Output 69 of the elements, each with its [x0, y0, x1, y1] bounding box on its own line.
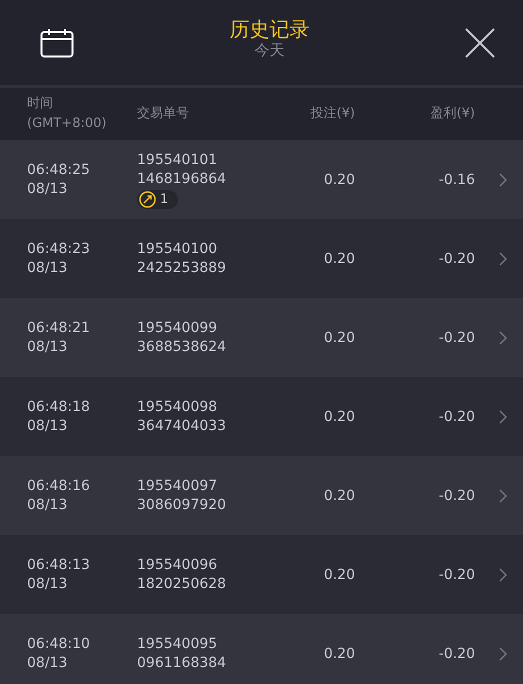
reference-number: 1820250628: [137, 574, 228, 594]
trade-date: 08/13: [27, 180, 68, 198]
stake-amount: 0.20: [322, 488, 355, 504]
history-row[interactable]: 06:48:21 08/13 195540099 3688538624 0.20 -0.20: [0, 298, 523, 377]
stake-amount: 0.20: [322, 250, 355, 266]
reference-number: 3647404033: [137, 416, 228, 436]
order-number: 195540100: [137, 240, 218, 258]
trade-date: 08/13: [27, 258, 68, 278]
trade-time: 06:48:23: [27, 240, 91, 258]
column-header: 盈利(¥): [430, 105, 475, 123]
column-subheader: (GMT+8:00): [27, 115, 106, 133]
trade-date: 08/13: [27, 574, 68, 594]
calendar-icon: [40, 28, 74, 58]
trade-date: 08/13: [27, 338, 68, 356]
order-number: 195540095: [137, 634, 218, 654]
trade-time: 06:48:21: [27, 318, 91, 338]
history-row[interactable]: 06:48:16 08/13 195540097 3086097920 0.20 -0.20: [0, 456, 523, 535]
trade-time: 06:48:18: [27, 398, 91, 416]
arrows-circle-icon: [139, 190, 156, 208]
history-row[interactable]: 06:48:13 08/13 195540096 1820250628 0.20 -0.20: [0, 535, 523, 614]
trade-date: 08/13: [27, 416, 68, 436]
trade-date: 08/13: [27, 654, 68, 672]
reference-number: 0961168384: [137, 654, 228, 672]
trade-time: 06:48:25: [27, 160, 91, 180]
trade-time: 06:48:10: [27, 634, 91, 654]
close-icon: [465, 28, 495, 58]
chevron-right-icon: [499, 646, 507, 660]
trade-time: 06:48:13: [27, 556, 91, 574]
profit-amount: -0.20: [438, 330, 475, 346]
chevron-right-icon: [499, 568, 507, 582]
column-header: 投注(¥): [310, 105, 355, 123]
stake-amount: 0.20: [322, 566, 355, 582]
column-header: 交易单号: [137, 105, 189, 123]
stake-amount: 0.20: [322, 408, 355, 424]
order-number: 195540098: [137, 398, 218, 416]
stake-amount: 0.20: [322, 330, 355, 346]
chevron-right-icon: [499, 252, 507, 266]
page-subtitle: 今天: [254, 41, 284, 60]
close-button[interactable]: [465, 28, 495, 58]
stake-amount: 0.20: [322, 172, 355, 188]
calendar-button[interactable]: [40, 28, 74, 58]
trade-time: 06:48:16: [27, 476, 91, 496]
reference-number: 1468196864: [137, 170, 228, 188]
count-badge: 1: [137, 190, 178, 208]
profit-amount: -0.20: [438, 488, 475, 504]
order-number: 195540097: [137, 476, 218, 496]
reference-number: 3688538624: [137, 338, 228, 356]
profit-amount: -0.16: [438, 172, 475, 188]
order-number: 195540096: [137, 556, 218, 574]
profit-amount: -0.20: [438, 408, 475, 424]
column-header: 时间: [27, 95, 53, 113]
chevron-right-icon: [499, 488, 507, 502]
chevron-right-icon: [499, 410, 507, 424]
stake-amount: 0.20: [322, 646, 355, 662]
profit-amount: -0.20: [438, 646, 475, 662]
history-row[interactable]: 06:48:10 08/13 195540095 0961168384 0.20 -0.20: [0, 614, 523, 684]
reference-number: 3086097920: [137, 496, 228, 514]
order-number: 195540099: [137, 318, 218, 338]
chevron-right-icon: [499, 330, 507, 344]
reference-number: 2425253889: [137, 258, 228, 278]
chevron-right-icon: [499, 172, 507, 186]
profit-amount: -0.20: [438, 250, 475, 266]
order-number: 195540101: [137, 150, 218, 170]
history-row[interactable]: 06:48:23 08/13 195540100 2425253889 0.20 -0.20: [0, 219, 523, 298]
history-row[interactable]: 06:48:18 08/13 195540098 3647404033 0.20 -0.20: [0, 377, 523, 456]
trade-date: 08/13: [27, 496, 68, 514]
page-title: 历史记录: [230, 17, 310, 41]
history-row[interactable]: 06:48:25 08/13 195540101 1468196864 1 0.20 -0.16: [0, 140, 523, 219]
profit-amount: -0.20: [438, 566, 475, 582]
